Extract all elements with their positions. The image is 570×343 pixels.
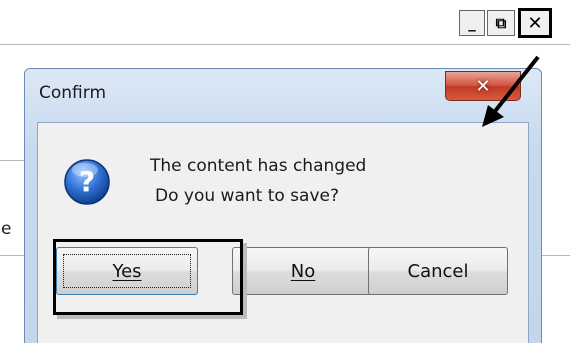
dialog-body: ? The content has changed Do you want to… <box>37 122 529 343</box>
close-icon: ✕ <box>475 75 491 97</box>
bg-divider-top <box>0 44 570 45</box>
message-line-1: The content has changed <box>150 156 367 176</box>
dialog-title: Confirm <box>39 83 107 103</box>
screenshot-stage: e _ ⧉ ✕ Confirm ✕ ? The content has chan… <box>0 0 570 343</box>
window-minimize-button[interactable]: _ <box>459 10 485 36</box>
yes-button[interactable]: Yes <box>56 247 198 295</box>
focus-ring <box>63 254 191 288</box>
no-button-label: No <box>290 260 316 282</box>
question-icon: ? <box>64 159 110 205</box>
close-button-highlight-box <box>518 8 552 38</box>
restore-icon: ⧉ <box>495 14 507 32</box>
dialog-close-button[interactable]: ✕ <box>445 71 521 101</box>
bg-divider-left <box>0 160 24 161</box>
svg-text:?: ? <box>79 165 95 198</box>
minimize-icon: _ <box>468 14 476 32</box>
bg-divider-right <box>542 255 570 256</box>
cancel-button-label: Cancel <box>407 260 469 282</box>
bg-partial-text: e <box>1 219 12 239</box>
no-button[interactable]: No <box>232 247 374 295</box>
message-line-2: Do you want to save? <box>155 186 339 206</box>
cancel-button[interactable]: Cancel <box>368 247 508 295</box>
window-restore-button[interactable]: ⧉ <box>487 10 515 36</box>
confirm-dialog: Confirm ✕ ? The content has changed Do y… <box>24 68 542 343</box>
bg-divider-left-2 <box>0 255 24 256</box>
